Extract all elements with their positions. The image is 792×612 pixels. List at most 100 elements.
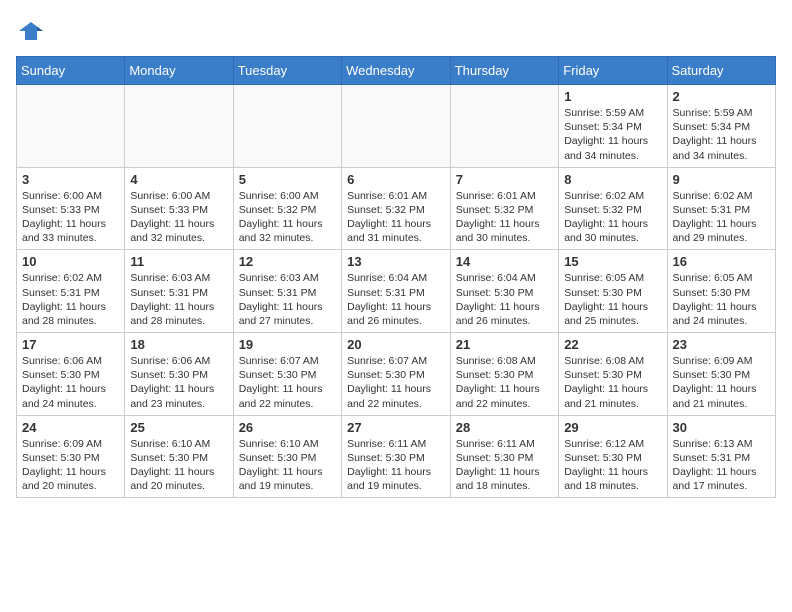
day-number: 23 [673,337,770,352]
calendar-cell: 30 Sunrise: 6:13 AM Sunset: 5:31 PM Dayli… [667,415,775,498]
day-number: 18 [130,337,227,352]
calendar-table: SundayMondayTuesdayWednesdayThursdayFrid… [16,56,776,498]
day-number: 12 [239,254,336,269]
day-info: Sunrise: 6:06 AM Sunset: 5:30 PM Dayligh… [130,354,227,411]
day-info: Sunrise: 6:10 AM Sunset: 5:30 PM Dayligh… [239,437,336,494]
day-number: 17 [22,337,119,352]
logo [16,16,50,46]
calendar-cell: 20 Sunrise: 6:07 AM Sunset: 5:30 PM Dayli… [342,333,451,416]
day-number: 11 [130,254,227,269]
col-header-friday: Friday [559,57,667,85]
day-info: Sunrise: 6:06 AM Sunset: 5:30 PM Dayligh… [22,354,119,411]
calendar-cell: 27Sunrise: 6:11 AM Sunset: 5:30 PM Dayli… [342,415,451,498]
calendar-cell: 16 Sunrise: 6:05 AM Sunset: 5:30 PM Dayli… [667,250,775,333]
day-info: Sunrise: 6:13 AM Sunset: 5:31 PM Dayligh… [673,437,770,494]
day-number: 20 [347,337,445,352]
calendar-cell: 6 Sunrise: 6:01 AM Sunset: 5:32 PM Daylig… [342,167,451,250]
day-info: Sunrise: 6:07 AM Sunset: 5:30 PM Dayligh… [347,354,445,411]
calendar-cell: 11 Sunrise: 6:03 AM Sunset: 5:31 PM Dayli… [125,250,233,333]
day-info: Sunrise: 6:11 AM Sunset: 5:30 PM Dayligh… [456,437,553,494]
day-info: Sunrise: 6:10 AM Sunset: 5:30 PM Dayligh… [130,437,227,494]
calendar-cell: 24 Sunrise: 6:09 AM Sunset: 5:30 PM Dayli… [17,415,125,498]
day-number: 5 [239,172,336,187]
day-number: 10 [22,254,119,269]
calendar-cell: 15 Sunrise: 6:05 AM Sunset: 5:30 PM Dayli… [559,250,667,333]
calendar-week-row: 24 Sunrise: 6:09 AM Sunset: 5:30 PM Dayli… [17,415,776,498]
day-number: 6 [347,172,445,187]
col-header-tuesday: Tuesday [233,57,341,85]
day-number: 22 [564,337,661,352]
calendar-cell: 9 Sunrise: 6:02 AM Sunset: 5:31 PM Daylig… [667,167,775,250]
day-number: 2 [673,89,770,104]
day-info: Sunrise: 6:04 AM Sunset: 5:31 PM Dayligh… [347,271,445,328]
day-number: 30 [673,420,770,435]
day-info: Sunrise: 6:05 AM Sunset: 5:30 PM Dayligh… [673,271,770,328]
calendar-cell [450,85,558,168]
day-number: 9 [673,172,770,187]
calendar-cell: 5 Sunrise: 6:00 AM Sunset: 5:32 PM Daylig… [233,167,341,250]
day-number: 13 [347,254,445,269]
calendar-cell: 25 Sunrise: 6:10 AM Sunset: 5:30 PM Dayli… [125,415,233,498]
calendar-cell: 17 Sunrise: 6:06 AM Sunset: 5:30 PM Dayli… [17,333,125,416]
calendar-cell: 8 Sunrise: 6:02 AM Sunset: 5:32 PM Daylig… [559,167,667,250]
day-info: Sunrise: 6:08 AM Sunset: 5:30 PM Dayligh… [564,354,661,411]
day-info: Sunrise: 6:02 AM Sunset: 5:32 PM Dayligh… [564,189,661,246]
calendar-week-row: 3Sunrise: 6:00 AM Sunset: 5:33 PM Daylig… [17,167,776,250]
calendar-cell: 2 Sunrise: 5:59 AM Sunset: 5:34 PM Daylig… [667,85,775,168]
calendar-cell: 14 Sunrise: 6:04 AM Sunset: 5:30 PM Dayli… [450,250,558,333]
logo-icon [16,16,46,46]
day-info: Sunrise: 6:01 AM Sunset: 5:32 PM Dayligh… [347,189,445,246]
calendar-cell [17,85,125,168]
page-header [16,16,776,46]
col-header-thursday: Thursday [450,57,558,85]
calendar-cell: 3Sunrise: 6:00 AM Sunset: 5:33 PM Daylig… [17,167,125,250]
calendar-cell [233,85,341,168]
day-number: 8 [564,172,661,187]
day-number: 16 [673,254,770,269]
day-number: 4 [130,172,227,187]
calendar-cell: 19Sunrise: 6:07 AM Sunset: 5:30 PM Dayli… [233,333,341,416]
calendar-cell: 10Sunrise: 6:02 AM Sunset: 5:31 PM Dayli… [17,250,125,333]
day-number: 26 [239,420,336,435]
day-number: 3 [22,172,119,187]
day-number: 24 [22,420,119,435]
day-number: 14 [456,254,553,269]
calendar-cell: 7 Sunrise: 6:01 AM Sunset: 5:32 PM Daylig… [450,167,558,250]
calendar-cell: 13 Sunrise: 6:04 AM Sunset: 5:31 PM Dayli… [342,250,451,333]
day-number: 7 [456,172,553,187]
day-info: Sunrise: 6:04 AM Sunset: 5:30 PM Dayligh… [456,271,553,328]
calendar-cell: 28 Sunrise: 6:11 AM Sunset: 5:30 PM Dayli… [450,415,558,498]
col-header-monday: Monday [125,57,233,85]
calendar-week-row: 1Sunrise: 5:59 AM Sunset: 5:34 PM Daylig… [17,85,776,168]
day-number: 15 [564,254,661,269]
day-number: 29 [564,420,661,435]
day-number: 25 [130,420,227,435]
day-info: Sunrise: 6:09 AM Sunset: 5:30 PM Dayligh… [22,437,119,494]
calendar-cell: 12 Sunrise: 6:03 AM Sunset: 5:31 PM Dayli… [233,250,341,333]
calendar-cell: 4Sunrise: 6:00 AM Sunset: 5:33 PM Daylig… [125,167,233,250]
day-number: 19 [239,337,336,352]
calendar-cell: 1Sunrise: 5:59 AM Sunset: 5:34 PM Daylig… [559,85,667,168]
day-info: Sunrise: 6:08 AM Sunset: 5:30 PM Dayligh… [456,354,553,411]
calendar-cell: 29 Sunrise: 6:12 AM Sunset: 5:30 PM Dayli… [559,415,667,498]
day-info: Sunrise: 6:03 AM Sunset: 5:31 PM Dayligh… [239,271,336,328]
calendar-cell: 18 Sunrise: 6:06 AM Sunset: 5:30 PM Dayli… [125,333,233,416]
calendar-cell [125,85,233,168]
day-info: Sunrise: 6:02 AM Sunset: 5:31 PM Dayligh… [673,189,770,246]
day-info: Sunrise: 6:00 AM Sunset: 5:32 PM Dayligh… [239,189,336,246]
calendar-week-row: 17 Sunrise: 6:06 AM Sunset: 5:30 PM Dayli… [17,333,776,416]
calendar-cell: 23Sunrise: 6:09 AM Sunset: 5:30 PM Dayli… [667,333,775,416]
calendar-cell [342,85,451,168]
calendar-week-row: 10Sunrise: 6:02 AM Sunset: 5:31 PM Dayli… [17,250,776,333]
day-number: 28 [456,420,553,435]
day-info: Sunrise: 6:03 AM Sunset: 5:31 PM Dayligh… [130,271,227,328]
day-info: Sunrise: 6:12 AM Sunset: 5:30 PM Dayligh… [564,437,661,494]
day-info: Sunrise: 5:59 AM Sunset: 5:34 PM Dayligh… [673,106,770,163]
col-header-sunday: Sunday [17,57,125,85]
day-info: Sunrise: 6:01 AM Sunset: 5:32 PM Dayligh… [456,189,553,246]
calendar-cell: 21Sunrise: 6:08 AM Sunset: 5:30 PM Dayli… [450,333,558,416]
calendar-cell: 26 Sunrise: 6:10 AM Sunset: 5:30 PM Dayli… [233,415,341,498]
col-header-saturday: Saturday [667,57,775,85]
day-info: Sunrise: 6:11 AM Sunset: 5:30 PM Dayligh… [347,437,445,494]
day-info: Sunrise: 6:05 AM Sunset: 5:30 PM Dayligh… [564,271,661,328]
